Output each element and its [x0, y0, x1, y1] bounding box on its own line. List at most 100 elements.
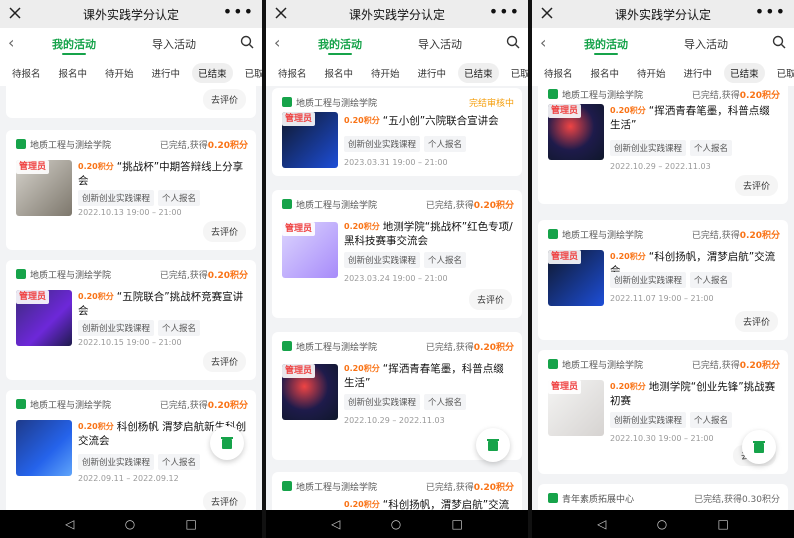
signup-tag: 个人报名 [690, 140, 733, 156]
close-icon[interactable] [274, 6, 288, 20]
subtab-ended[interactable]: 已结束 [724, 63, 765, 83]
activity-card[interactable]: 地质工程与测绘学院 已完结,获得0.20积分 管理员 0.20积分 地测学院“挑战… [272, 190, 522, 318]
signup-tag: 个人报名 [158, 320, 201, 336]
activity-card[interactable]: 地质工程与测绘学院 已完结,获得0.20积分 管理员 0.20积分 “科创扬帆，渭… [538, 220, 788, 340]
evaluate-button[interactable]: 去评价 [468, 289, 512, 310]
college-icon [16, 269, 26, 279]
activity-list[interactable]: 地质工程与测绘学院 完结审核中 管理员 0.20积分 “五小创”六院联合宣讲会 创… [266, 86, 528, 510]
points-badge: 0.20积分 [78, 422, 114, 431]
home-nav-icon[interactable]: ○ [391, 517, 401, 531]
phone-screen-2: 课外实践学分认定 ••• ‹ 我的活动 导入活动 待报名 报名中 待开始 进行中… [266, 0, 528, 538]
subtab-signing-up[interactable]: 报名中 [319, 63, 360, 83]
org-name: 地质工程与测绘学院 [296, 483, 378, 493]
more-icon[interactable]: ••• [489, 4, 520, 20]
activity-thumbnail: 管理员 [16, 290, 72, 346]
subtab-signing-up[interactable]: 报名中 [53, 63, 94, 83]
trash-fab[interactable] [476, 428, 510, 462]
activity-card[interactable]: 地质工程与测绘学院 已完结,获得0.20积分 管理员 0.20积分 “挑战杯”中期… [6, 130, 256, 250]
system-nav-bar: ◁ ○ □ [0, 510, 262, 538]
subtab-in-progress[interactable]: 进行中 [678, 63, 719, 83]
evaluate-button[interactable]: 去评价 [202, 351, 246, 372]
org-name: 青年素质拓展中心 [562, 495, 635, 505]
card-header: 地质工程与测绘学院 已完结,获得0.20积分 [282, 198, 514, 212]
activity-card[interactable]: 地质工程与测绘学院 已完结,获得0.20积分 0.20积分 “科创扬帆，渭梦启航”… [272, 472, 522, 510]
status-text: 已完结,获得0.20积分 [425, 483, 514, 493]
system-nav-bar: ◁ ○ □ [532, 510, 794, 538]
subtab-ended[interactable]: 已结束 [192, 63, 233, 83]
back-icon[interactable]: ‹ [8, 35, 20, 51]
points-badge: 0.20积分 [610, 252, 646, 261]
status-text: 已完结,获得0.20积分 [691, 231, 780, 241]
points-badge: 0.20积分 [78, 292, 114, 301]
back-nav-icon[interactable]: ◁ [331, 517, 340, 531]
subtab-not-started[interactable]: 待开始 [99, 63, 140, 83]
tab-import-activities[interactable]: 导入活动 [418, 36, 462, 52]
evaluate-button[interactable]: 去评价 [202, 89, 246, 110]
admin-badge: 管理员 [16, 160, 50, 174]
activity-title: 0.20积分 “五院联合”挑战杯竞赛宣讲会 [78, 291, 244, 317]
subtab-not-started[interactable]: 待开始 [365, 63, 406, 83]
recents-nav-icon[interactable]: □ [718, 517, 729, 531]
subtab-signing-up[interactable]: 报名中 [585, 63, 626, 83]
home-nav-icon[interactable]: ○ [125, 517, 135, 531]
tab-import-activities[interactable]: 导入活动 [152, 36, 196, 52]
page-title: 课外实践学分认定 [614, 7, 711, 22]
activity-date: 2022.10.30 19:00 – 21:00 [610, 434, 714, 443]
trash-icon [753, 441, 765, 453]
search-icon[interactable] [240, 35, 254, 49]
search-icon[interactable] [506, 35, 520, 49]
card-header: 地质工程与测绘学院 已完结,获得0.20积分 [282, 480, 514, 494]
search-icon[interactable] [772, 35, 786, 49]
evaluate-button[interactable]: 去评价 [202, 221, 246, 242]
trash-fab[interactable] [742, 430, 776, 464]
subtab-in-progress[interactable]: 进行中 [412, 63, 453, 83]
evaluate-button[interactable]: 去评价 [202, 491, 246, 510]
tab-my-activities[interactable]: 我的活动 [318, 36, 362, 52]
activity-card[interactable]: 地质工程与测绘学院 完结审核中 管理员 0.20积分 “五小创”六院联合宣讲会 创… [272, 88, 522, 176]
subtab-cancelled[interactable]: 已取消 [771, 63, 794, 83]
activity-list[interactable]: 去评价 地质工程与测绘学院 已完结,获得0.20积分 管理员 0.20积分 “挑战… [0, 86, 262, 510]
college-icon [548, 89, 558, 99]
evaluate-button[interactable]: 去评价 [734, 311, 778, 332]
subtab-cancelled[interactable]: 已取消 [505, 63, 528, 83]
subtab-not-started[interactable]: 待开始 [631, 63, 672, 83]
trash-fab[interactable] [210, 426, 244, 460]
activity-card[interactable]: 地质工程与测绘学院 已完结,获得0.20积分 管理员 0.20积分 “挥洒青春笔墨… [538, 86, 788, 204]
tab-my-activities[interactable]: 我的活动 [584, 36, 628, 52]
activity-list[interactable]: 地质工程与测绘学院 已完结,获得0.20积分 管理员 0.20积分 “挥洒青春笔墨… [532, 86, 794, 510]
more-icon[interactable]: ••• [755, 4, 786, 20]
subtab-ended[interactable]: 已结束 [458, 63, 499, 83]
activity-thumbnail: 管理员 [282, 364, 338, 420]
activity-card[interactable]: 去评价 [6, 86, 256, 118]
back-nav-icon[interactable]: ◁ [65, 517, 74, 531]
home-nav-icon[interactable]: ○ [657, 517, 667, 531]
tab-import-activities[interactable]: 导入活动 [684, 36, 728, 52]
evaluate-button[interactable]: 去评价 [734, 175, 778, 196]
more-icon[interactable]: ••• [223, 4, 254, 20]
subtab-in-progress[interactable]: 进行中 [146, 63, 187, 83]
subtab-pending-signup[interactable]: 待报名 [6, 63, 47, 83]
close-icon[interactable] [540, 6, 554, 20]
course-tag: 创新创业实践课程 [344, 252, 421, 268]
org-name: 地质工程与测绘学院 [296, 201, 378, 211]
recents-nav-icon[interactable]: □ [452, 517, 463, 531]
back-nav-icon[interactable]: ◁ [597, 517, 606, 531]
recents-nav-icon[interactable]: □ [186, 517, 197, 531]
back-icon[interactable]: ‹ [274, 35, 286, 51]
subtab-pending-signup[interactable]: 待报名 [272, 63, 313, 83]
trash-icon [487, 439, 499, 451]
activity-card[interactable]: 地质工程与测绘学院 已完结,获得0.20积分 管理员 0.20积分 “五院联合”挑… [6, 260, 256, 380]
back-icon[interactable]: ‹ [540, 35, 552, 51]
activity-card[interactable]: 青年素质拓展中心 已完结,获得0.30积分 [538, 484, 788, 510]
points-badge: 0.20积分 [78, 162, 114, 171]
subtab-cancelled[interactable]: 已取消 [239, 63, 262, 83]
org-name: 地质工程与测绘学院 [562, 361, 644, 371]
org-name: 地质工程与测绘学院 [296, 99, 378, 109]
tab-my-activities[interactable]: 我的活动 [52, 36, 96, 52]
subtab-pending-signup[interactable]: 待报名 [538, 63, 579, 83]
activity-date: 2022.10.15 19:00 – 21:00 [78, 338, 182, 347]
admin-badge: 管理员 [282, 222, 316, 236]
tag-list: 创新创业实践课程 个人报名 [344, 252, 467, 268]
tag-list: 创新创业实践课程 个人报名 [610, 140, 733, 156]
close-icon[interactable] [8, 6, 22, 20]
